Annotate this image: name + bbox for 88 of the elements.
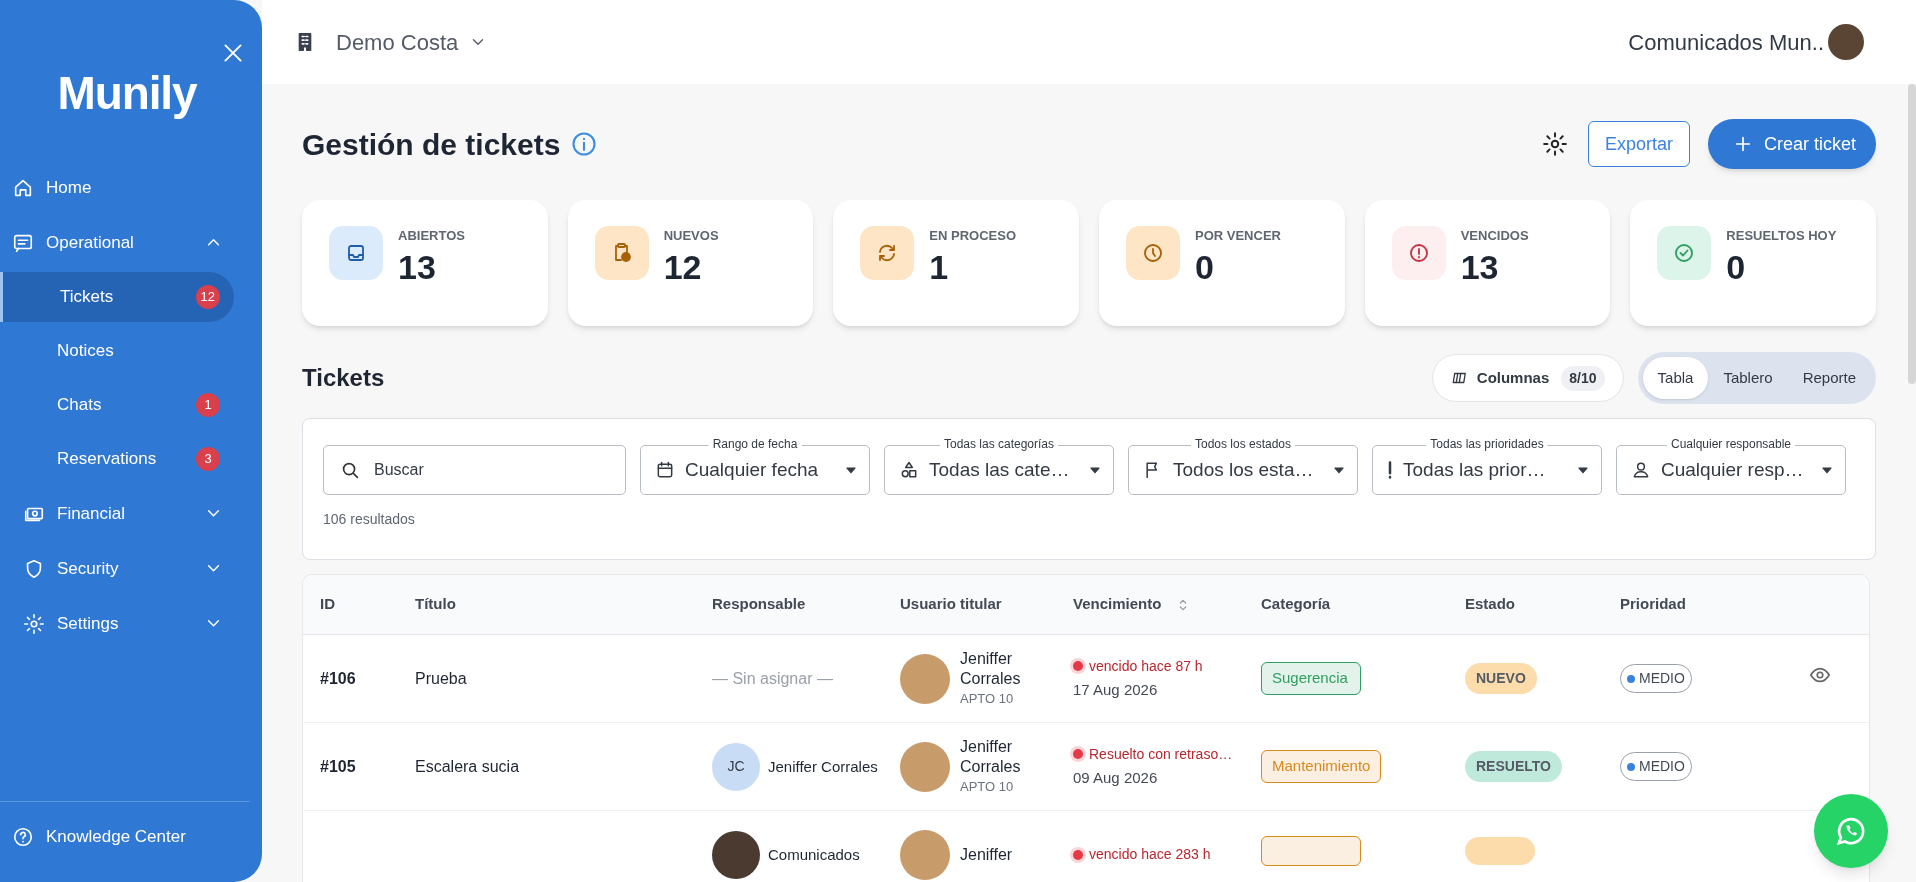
column-header: Estado: [1465, 594, 1515, 615]
create-ticket-button[interactable]: Crear ticket: [1707, 119, 1876, 169]
photo-placeholder: [900, 829, 950, 880]
stat-value: 13: [398, 246, 437, 288]
stat-value: 0: [1726, 246, 1747, 288]
table-cell-text: — Sin asignar —: [712, 668, 833, 689]
nav-subitem[interactable]: Tickets 12: [0, 272, 234, 322]
settings-icon: [23, 612, 45, 635]
page-title: Gestión de tickets: [302, 126, 561, 163]
avatar-placeholder: [1828, 24, 1864, 60]
field-label: Rango de fecha: [708, 436, 802, 452]
initials-avatar: JC: [712, 742, 760, 791]
field-label: Cualquier responsable: [1666, 436, 1796, 452]
table-cell-text: #105: [320, 756, 357, 777]
status-tag: RESUELTO: [1465, 751, 1562, 782]
view-tab[interactable]: Reporte: [1787, 357, 1871, 399]
nav-subitem[interactable]: Reservations 3: [0, 434, 234, 484]
column-header: Título: [415, 594, 456, 615]
knowledge-center-link[interactable]: Knowledge Center: [0, 802, 262, 872]
count-badge: 3: [196, 447, 220, 471]
search-field[interactable]: Buscar: [323, 445, 626, 495]
photo-placeholder: [900, 653, 950, 704]
count-badge: 1: [196, 393, 220, 417]
results-count: 106 resultados: [323, 510, 416, 529]
nav-item[interactable]: Settings: [0, 596, 262, 651]
due-note: Resuelto con retraso…: [1089, 744, 1233, 764]
stat-label: EN PROCESO: [929, 227, 1016, 245]
category-tag: Sugerencia: [1261, 662, 1361, 695]
table-cell-text: Escalera sucia: [415, 756, 521, 777]
stat-label: ABIERTOS: [398, 227, 465, 245]
count-badge: 8/10: [1561, 365, 1605, 391]
status-tag: NUEVO: [1465, 663, 1537, 694]
section-title: Tickets: [302, 363, 385, 393]
nav-subitem[interactable]: Chats 1: [0, 380, 234, 430]
columns-button[interactable]: Columnas 8/10: [1431, 354, 1624, 402]
scroll-bar[interactable]: [1908, 84, 1916, 384]
stat-value: 0: [1195, 246, 1215, 288]
nav-item[interactable]: Financial: [0, 486, 262, 541]
person-name: Jeniffer Corrales: [768, 757, 878, 777]
person-name: Comunicados: [768, 845, 861, 865]
stat-label: POR VENCER: [1195, 227, 1281, 245]
due-note: vencido hace 283 h: [1089, 845, 1211, 864]
user-menu[interactable]: Comunicados Mun..: [1628, 24, 1864, 60]
settings-button[interactable]: [1541, 131, 1568, 157]
field-label: Todas las prioridades: [1426, 436, 1548, 452]
help-icon: [12, 826, 34, 848]
photo-placeholder: [900, 741, 950, 792]
clock-icon: [1141, 241, 1165, 265]
stat-label: VENCIDOS: [1460, 227, 1529, 245]
nav-item[interactable]: Security: [0, 541, 262, 596]
person-icon: [1631, 460, 1651, 480]
category-tag: Mantenimiento: [1261, 750, 1382, 783]
unit-label: APTO 10: [960, 777, 1015, 796]
chevron-down-icon: [472, 39, 485, 45]
column-header: Prioridad: [1620, 594, 1686, 615]
due-date: 17 Aug 2026: [1073, 679, 1159, 700]
column-header: Usuario titular: [900, 594, 1002, 615]
calendar-icon: [655, 460, 675, 480]
column-header: ID: [320, 594, 335, 615]
stat-value: 12: [663, 246, 703, 288]
unit-label: APTO 10: [960, 689, 1015, 708]
person-name: Jeniffer Corrales: [960, 736, 1022, 777]
count-badge: 12: [195, 285, 220, 309]
nav-subitem[interactable]: Notices: [0, 326, 234, 376]
stat-value: 13: [1460, 246, 1500, 288]
column-header: Responsable: [712, 594, 806, 615]
due-date: 09 Aug 2026: [1073, 767, 1159, 788]
building-selector[interactable]: Demo Costa: [294, 25, 485, 59]
field-label: Todas las categorías: [939, 436, 1059, 452]
column-header: Vencimiento: [1073, 594, 1162, 615]
stat-label: RESUELTOS HOY: [1726, 227, 1837, 245]
shapes-icon: [899, 460, 919, 480]
exclamation-icon: [1387, 461, 1393, 479]
nav-item[interactable]: Home: [0, 160, 262, 215]
due-note: vencido hace 87 h: [1089, 656, 1203, 676]
settings-icon: [1541, 131, 1568, 157]
table-cell-text: #106: [320, 668, 357, 689]
export-button[interactable]: Exportar: [1587, 121, 1690, 167]
view-tab[interactable]: Tabla: [1642, 357, 1709, 399]
stat-label: NUEVOS: [663, 227, 719, 245]
table-cell-text: Prueba: [415, 668, 468, 689]
stat-value: 1: [929, 246, 950, 288]
view-tab[interactable]: Tablero: [1708, 357, 1788, 399]
nav-item[interactable]: Operational: [0, 215, 262, 270]
person-name: Jeniffer: [960, 844, 1014, 865]
person-name: Jeniffer Corrales: [960, 648, 1022, 689]
avatar-placeholder: [712, 830, 760, 879]
column-header: Categoría: [1261, 594, 1331, 615]
